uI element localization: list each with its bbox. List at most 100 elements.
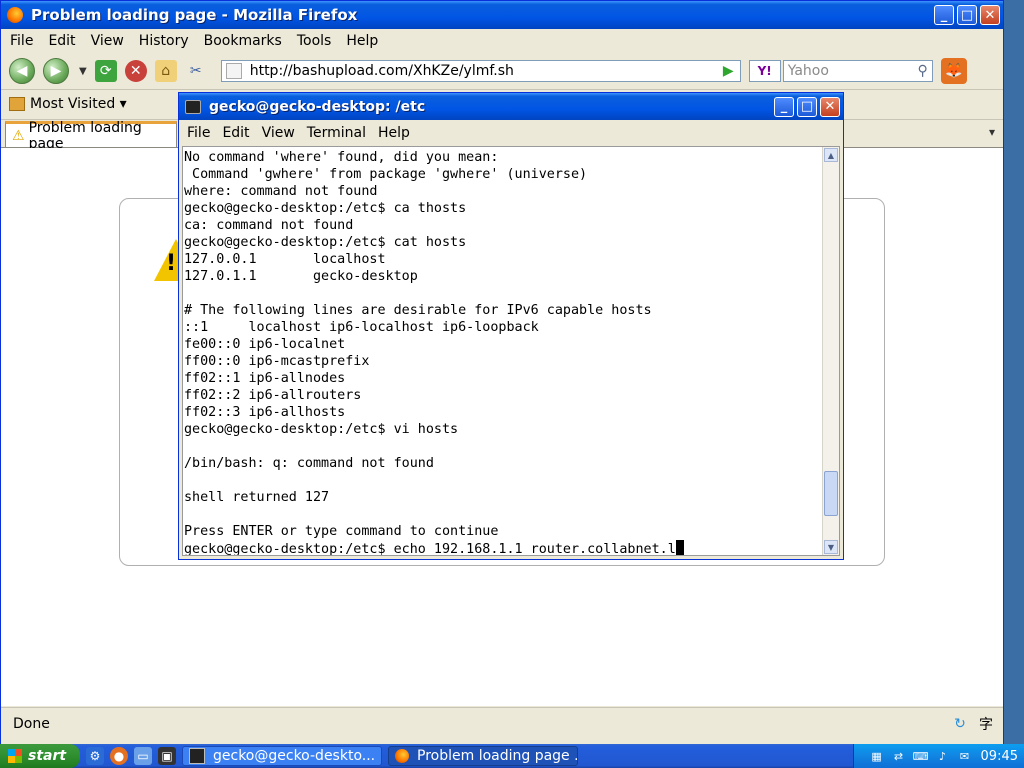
terminal-menu-view[interactable]: View — [254, 125, 299, 141]
start-label: start — [28, 748, 67, 764]
terminal-prompt-line[interactable]: gecko@gecko-desktop:/etc$ echo 192.168.1… — [184, 540, 821, 555]
firefox-icon — [7, 7, 23, 23]
terminal-scrollbar[interactable]: ▲ ▼ — [822, 147, 839, 555]
menu-file[interactable]: File — [1, 33, 39, 49]
terminal-line: ff02::3 ip6-allhosts — [184, 405, 346, 420]
terminal-menu-help[interactable]: Help — [370, 125, 414, 141]
terminal-titlebar[interactable]: gecko@gecko-desktop: /etc _ □ ✕ — [179, 93, 843, 120]
reload-button[interactable]: ⟳ — [94, 60, 117, 82]
scroll-up-icon[interactable]: ▲ — [824, 148, 838, 162]
task-firefox[interactable]: Problem loading page ... — [388, 746, 578, 766]
home-button[interactable]: ⌂ — [154, 60, 177, 82]
fox-extension-icon[interactable]: 🦊 — [940, 58, 967, 84]
most-visited-bookmark[interactable]: Most Visited ▾ — [30, 96, 127, 112]
terminal-line: ::1 localhost ip6-localhost ip6-loopback — [184, 320, 539, 335]
back-button[interactable]: ◀ — [9, 58, 35, 84]
menu-bookmarks[interactable]: Bookmarks — [195, 33, 288, 49]
terminal-maximize-button[interactable]: □ — [797, 96, 817, 117]
scissors-icon[interactable]: ✂ — [185, 60, 207, 82]
terminal-line: gecko@gecko-desktop:/etc$ cat hosts — [184, 235, 467, 250]
terminal-menu-terminal[interactable]: Terminal — [299, 125, 370, 141]
tray-display-icon[interactable]: ▦ — [869, 749, 885, 763]
page-favicon — [225, 63, 242, 79]
terminal-line: where: command not found — [184, 184, 378, 199]
taskbar: start ⚙ ● ▭ ▣ gecko@gecko-deskto... Prob… — [0, 744, 1024, 768]
ime-icon[interactable]: 字 — [977, 715, 995, 733]
tab-list-dropdown-icon[interactable]: ▾ — [989, 125, 995, 139]
terminal-output[interactable]: No command 'where' found, did you mean: … — [184, 149, 821, 555]
status-bar: Done ↻ 字 — [1, 707, 1003, 740]
firefox-menubar: File Edit View History Bookmarks Tools H… — [1, 29, 1003, 53]
terminal-line: shell returned 127 — [184, 490, 330, 505]
text-cursor — [675, 540, 684, 555]
tab-label: Problem loading page — [28, 119, 142, 152]
terminal-window: gecko@gecko-desktop: /etc _ □ ✕ File Edi… — [178, 92, 844, 560]
menu-help[interactable]: Help — [337, 33, 384, 49]
terminal-line: /bin/bash: q: command not found — [184, 456, 434, 471]
warning-exclamation: ! — [166, 251, 177, 276]
maximize-button[interactable]: □ — [957, 5, 977, 25]
terminal-title: gecko@gecko-desktop: /etc — [209, 98, 426, 115]
windows-flag-icon — [8, 749, 22, 763]
window-title: Problem loading page - Mozilla Firefox — [31, 6, 358, 24]
tab-problem-loading[interactable]: ⚠ Problem loading page — [5, 120, 177, 152]
search-engine-selector[interactable]: Y! — [748, 60, 781, 82]
task-terminal[interactable]: gecko@gecko-deskto... — [182, 746, 382, 766]
terminal-line: # The following lines are desirable for … — [184, 303, 652, 318]
history-dropdown-icon[interactable]: ▼ — [79, 66, 87, 77]
menu-view[interactable]: View — [82, 33, 130, 49]
scroll-thumb[interactable] — [824, 470, 838, 516]
menu-edit[interactable]: Edit — [39, 33, 81, 49]
system-tray: ▦ ⇄ ⌨ ♪ ✉ 09:45 — [853, 744, 1024, 768]
close-button[interactable]: ✕ — [980, 5, 1000, 25]
terminal-line: fe00::0 ip6-localnet — [184, 337, 346, 352]
url-text[interactable]: http://bashupload.com/XhKZe/ylmf.sh — [250, 63, 723, 79]
connection-icon[interactable]: ↻ — [951, 715, 969, 733]
task-terminal-icon — [189, 748, 205, 764]
terminal-menu-file[interactable]: File — [179, 125, 214, 141]
search-icon[interactable]: ⚲ — [917, 63, 927, 79]
prompt-text: gecko@gecko-desktop:/etc$ echo 192.168.1… — [184, 542, 676, 555]
menu-tools[interactable]: Tools — [288, 33, 338, 49]
search-input[interactable]: Yahoo ⚲ — [782, 60, 933, 82]
bookmark-folder-icon — [9, 97, 25, 111]
terminal-body[interactable]: No command 'where' found, did you mean: … — [182, 146, 840, 556]
terminal-menu-edit[interactable]: Edit — [214, 125, 253, 141]
tray-mail-icon[interactable]: ✉ — [957, 749, 973, 763]
terminal-line: No command 'where' found, did you mean: — [184, 150, 499, 165]
search-placeholder: Yahoo — [787, 63, 829, 79]
minimize-button[interactable]: _ — [934, 5, 954, 25]
quicklaunch-firefox-icon[interactable]: ● — [110, 747, 128, 765]
clock[interactable]: 09:45 — [981, 749, 1018, 764]
tray-volume-icon[interactable]: ♪ — [935, 749, 951, 763]
terminal-icon — [185, 99, 201, 114]
terminal-line: Command 'gwhere' from package 'gwhere' (… — [184, 167, 588, 182]
terminal-close-button[interactable]: ✕ — [820, 96, 840, 117]
forward-button[interactable]: ▶ — [43, 58, 69, 84]
navigation-toolbar: ◀ ▶ ▼ ⟳ ✕ ⌂ ✂ http://bashupload.com/XhKZ… — [1, 53, 1003, 90]
menu-history[interactable]: History — [130, 33, 195, 49]
status-text: Done — [13, 716, 50, 732]
quicklaunch-desktop-icon[interactable]: ▭ — [134, 747, 152, 765]
task-firefox-label: Problem loading page ... — [417, 748, 578, 764]
terminal-line: ca: command not found — [184, 218, 354, 233]
task-firefox-icon — [395, 749, 409, 763]
url-bar[interactable]: http://bashupload.com/XhKZe/ylmf.sh ▶ — [220, 60, 741, 82]
terminal-line: gecko@gecko-desktop:/etc$ vi hosts — [184, 422, 459, 437]
start-button[interactable]: start — [0, 744, 80, 768]
firefox-titlebar[interactable]: Problem loading page - Mozilla Firefox _… — [1, 1, 1003, 29]
stop-button[interactable]: ✕ — [124, 60, 147, 82]
quicklaunch-terminal-icon[interactable]: ▣ — [158, 747, 176, 765]
tray-network-icon[interactable]: ⇄ — [891, 749, 907, 763]
scroll-down-icon[interactable]: ▼ — [824, 540, 838, 554]
terminal-minimize-button[interactable]: _ — [774, 96, 794, 117]
search-engine-label: Y! — [757, 64, 772, 78]
tray-input-icon[interactable]: ⌨ — [913, 749, 929, 763]
quicklaunch-settings-icon[interactable]: ⚙ — [86, 747, 104, 765]
go-icon[interactable]: ▶ — [723, 63, 734, 79]
warning-icon: ⚠ — [12, 127, 25, 144]
terminal-line: ff02::1 ip6-allnodes — [184, 371, 346, 386]
